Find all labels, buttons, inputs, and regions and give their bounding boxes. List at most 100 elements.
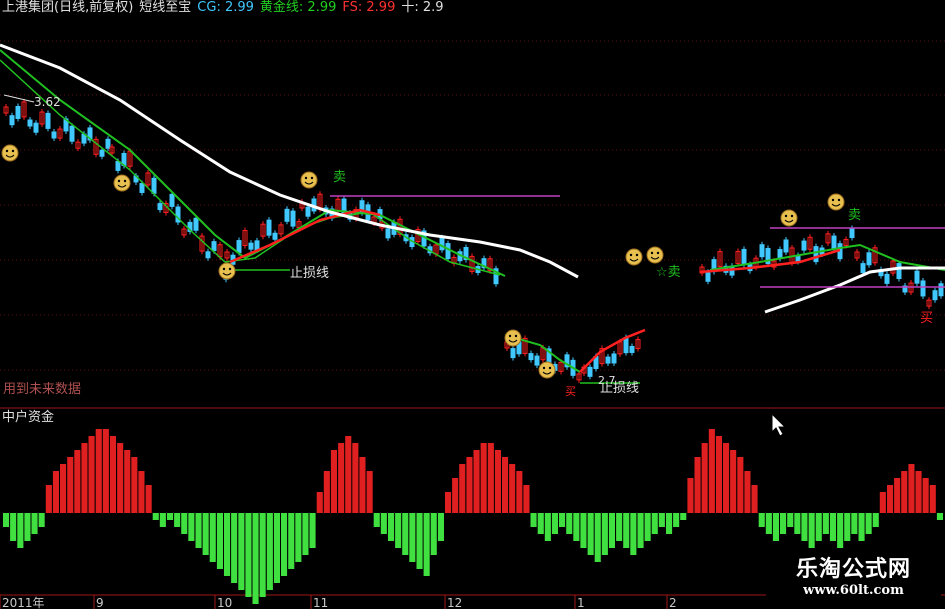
fund-bar [559, 513, 566, 527]
fund-bar [879, 492, 886, 513]
fund-bar [480, 443, 487, 513]
fund-bar [822, 513, 829, 534]
buy-label-1: 买 [565, 385, 576, 398]
fund-bar [787, 513, 794, 527]
fund-bar [31, 513, 38, 534]
candle-body [849, 227, 855, 238]
white-ma-line [0, 43, 579, 279]
chart-header: 上港集团(日线,前复权) 短线至宝 CG: 2.99 黄金线: 2.99 FS: 2.9… [2, 0, 450, 16]
fs-value: FS: 2.99 [342, 0, 396, 15]
green-ma-line [0, 49, 506, 277]
candle-body [99, 149, 105, 157]
candle-body [510, 348, 516, 359]
smiley-eye [790, 214, 794, 218]
fund-bar [829, 513, 836, 541]
fund-bar [24, 513, 31, 541]
candle-body [801, 240, 807, 251]
fund-bar [466, 457, 473, 513]
fund-bar [587, 513, 594, 555]
smiley-face-icon [538, 361, 556, 379]
axis-tick-label: 1 [577, 596, 585, 609]
smiley-face-icon [1, 144, 19, 162]
sell-label-1: 卖 [333, 170, 346, 185]
fund-bar [202, 513, 209, 555]
fund-bar [224, 513, 231, 576]
fund-bar [901, 471, 908, 513]
indicator-name: 短线至宝 [139, 0, 192, 15]
smiley-face-icon [218, 262, 236, 280]
candle-body [813, 246, 819, 263]
fund-bar [252, 513, 259, 604]
candle-body [27, 119, 33, 127]
fund-bar [758, 513, 765, 527]
candle-body [741, 248, 747, 265]
candle-body [623, 337, 629, 354]
ten-value: 十: 2.9 [401, 0, 444, 15]
axis-tick-label: 11 [313, 596, 328, 609]
fund-bar [209, 513, 216, 562]
fund-bar [38, 513, 45, 527]
sell-label-3: 卖 [848, 208, 861, 223]
fund-bar [915, 471, 922, 513]
fund-bar [537, 513, 544, 534]
fund-bar [437, 513, 444, 541]
fund-bar [730, 450, 737, 513]
fund-bar [765, 513, 772, 534]
buy-label-2: 买 [920, 311, 933, 326]
fund-bar [430, 513, 437, 555]
fund-bar [772, 513, 779, 541]
candle-body [151, 177, 157, 194]
smiley-eye [5, 149, 9, 153]
candle-body [139, 182, 145, 193]
sub-panel-title: 中户资金 [2, 409, 54, 425]
fund-bar [402, 513, 409, 555]
smiley-face-icon [625, 248, 643, 266]
smiley-face-icon [646, 246, 664, 264]
fund-bar [330, 450, 337, 513]
fund-bar [666, 513, 673, 534]
candle-body [69, 125, 75, 142]
candle-body [45, 112, 51, 129]
time-axis: 2011年 9 10 11 12 1 2 [0, 595, 677, 609]
fund-bar [195, 513, 202, 548]
fund-bar [88, 436, 95, 513]
candle-body [157, 203, 163, 211]
fund-bar [780, 513, 787, 534]
indicator-lines [0, 43, 945, 373]
fund-bar [509, 464, 516, 513]
fund-bar [216, 513, 223, 569]
candle-body [932, 290, 938, 301]
fund-bar [359, 457, 366, 513]
smiley-eye [831, 198, 835, 202]
fund-bar [680, 513, 687, 520]
fund-bar [452, 478, 459, 513]
axis-tick-label: 9 [96, 596, 104, 609]
candle-body [254, 240, 260, 251]
candle-body [534, 355, 540, 366]
candle-body [920, 280, 926, 297]
candle-body [831, 235, 837, 249]
fund-bar [174, 513, 181, 527]
fund-bar [594, 513, 601, 562]
candle-body [169, 193, 175, 207]
fund-bar [67, 457, 74, 513]
fund-bar [502, 457, 509, 513]
smiley-eye [650, 251, 654, 255]
fund-bar [630, 513, 637, 555]
fund-bar [794, 513, 801, 534]
candle-body [587, 366, 593, 377]
fund-bar [530, 513, 537, 527]
fund-bar [152, 513, 159, 520]
smiley-eye [629, 253, 633, 257]
fund-bar [145, 485, 152, 513]
fund-bar [138, 471, 145, 513]
fund-bar [494, 450, 501, 513]
fund-bar [259, 513, 266, 597]
candle-body [938, 283, 944, 297]
fund-bar [936, 513, 943, 520]
candle-body [896, 263, 902, 280]
smiley-face-icon [300, 171, 318, 189]
candle-body [759, 244, 765, 258]
axis-tick-label: 10 [217, 596, 232, 609]
smiley-eye [304, 176, 308, 180]
